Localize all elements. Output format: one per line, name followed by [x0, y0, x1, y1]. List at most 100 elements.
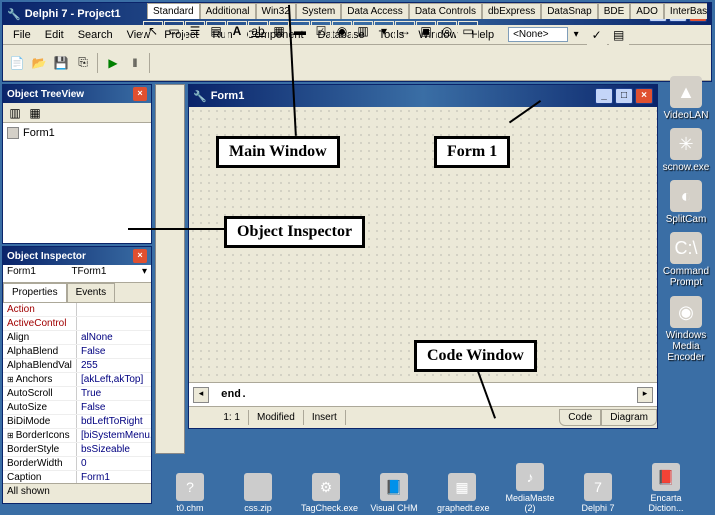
palette-checkbox-icon[interactable]: ☑ [311, 21, 331, 41]
tab-code[interactable]: Code [559, 409, 601, 426]
taskbar-shortcut[interactable]: css.zip [233, 473, 283, 513]
taskbar-shortcut[interactable]: ♪MediaMaste (2) [505, 463, 555, 513]
property-value[interactable]: 0 [77, 457, 151, 470]
palette-combobox-icon[interactable]: ▾ [374, 21, 394, 41]
property-row[interactable]: CaptionForm1 [3, 471, 151, 483]
palette-tab-dataaccess[interactable]: Data Access [341, 3, 409, 19]
modified-indicator: Modified [249, 410, 304, 425]
property-row[interactable]: BorderStylebsSizeable [3, 443, 151, 457]
saveall-button[interactable]: ⎘ [73, 53, 93, 73]
palette-radiobutton-icon[interactable]: ◉ [332, 21, 352, 41]
form-title-bar[interactable]: 🔧 Form1 _ □ × [189, 85, 657, 107]
shortcut-label: MediaMaste (2) [505, 493, 555, 513]
property-value[interactable]: False [77, 401, 151, 414]
form-minimize-button[interactable]: _ [595, 88, 613, 104]
palette-tab-ado[interactable]: ADO [630, 3, 664, 19]
property-row[interactable]: AlphaBlendFalse [3, 345, 151, 359]
property-row[interactable]: BorderWidth0 [3, 457, 151, 471]
palette-memo-icon[interactable]: ▦ [269, 21, 289, 41]
taskbar-shortcut[interactable]: 📕Encarta Diction... [641, 463, 691, 513]
palette-mainmenu-icon[interactable]: ☰ [185, 21, 205, 41]
desktop-icon[interactable]: ✳scnow.exe [656, 128, 715, 173]
menu-search[interactable]: Search [72, 27, 119, 43]
property-row[interactable]: BiDiModebdLeftToRight [3, 415, 151, 429]
property-value[interactable] [77, 303, 151, 316]
form-icon [7, 127, 19, 139]
tree-node-form1[interactable]: Form1 [7, 127, 147, 139]
treeview-body[interactable]: Form1 [3, 123, 151, 243]
open-button[interactable]: 📂 [29, 53, 49, 73]
inspector-object-selector[interactable]: Form1 TForm1 ▾ [3, 265, 151, 283]
palette-frame-icon[interactable]: ▭ [164, 21, 184, 41]
palette-groupbox-icon[interactable]: ▣ [416, 21, 436, 41]
property-value[interactable]: Form1 [77, 471, 151, 483]
property-row[interactable]: AutoScrollTrue [3, 387, 151, 401]
scroll-left-button[interactable]: ◂ [193, 387, 209, 403]
tab-diagram[interactable]: Diagram [601, 409, 657, 426]
taskbar-shortcut[interactable]: 📘Visual CHM [369, 473, 419, 513]
palette-scrollbar-icon[interactable]: ↔ [395, 21, 415, 41]
form-close-button[interactable]: × [635, 88, 653, 104]
shortcut-label: graphedt.exe [437, 503, 487, 513]
palette-popupmenu-icon[interactable]: ▤ [206, 21, 226, 41]
form-maximize-button[interactable]: □ [615, 88, 633, 104]
icon-label: Windows Media Encoder [656, 330, 715, 363]
save-button[interactable]: 💾 [51, 53, 71, 73]
palette-label-icon[interactable]: A [227, 21, 247, 41]
property-value[interactable]: bsSizeable [77, 443, 151, 456]
property-row[interactable]: Anchors[akLeft,akTop] [3, 373, 151, 387]
taskbar-shortcut[interactable]: ▦graphedt.exe [437, 473, 487, 513]
menu-edit[interactable]: Edit [39, 27, 70, 43]
property-value[interactable]: [biSystemMenu, [77, 429, 151, 442]
palette-tab-interbase[interactable]: InterBase [664, 3, 707, 19]
desktop-icon[interactable]: ▲VideoLAN [656, 76, 715, 121]
palette-button-icon[interactable]: ▬ [290, 21, 310, 41]
property-row[interactable]: AlphaBlendVal255 [3, 359, 151, 373]
palette-tab-bde[interactable]: BDE [598, 3, 631, 19]
pause-button[interactable]: ‖ [125, 53, 145, 73]
property-row[interactable]: Action [3, 303, 151, 317]
desktop-icon[interactable]: C:\Command Prompt [656, 232, 715, 288]
scroll-right-button[interactable]: ▸ [637, 387, 653, 403]
code-editor-strip[interactable]: ◂ end. ▸ [189, 382, 657, 406]
taskbar-shortcut[interactable]: ⚙TagCheck.exe [301, 473, 351, 513]
palette-tab-datacontrols[interactable]: Data Controls [409, 3, 482, 19]
desktop-icon[interactable]: ◉Windows Media Encoder [656, 296, 715, 363]
property-row[interactable]: AutoSizeFalse [3, 401, 151, 415]
palette-arrow-icon[interactable]: ↖ [143, 21, 163, 41]
palette-tab-system[interactable]: System [296, 3, 341, 19]
palette-radiogroup-icon[interactable]: ◎ [437, 21, 457, 41]
property-value[interactable]: True [77, 387, 151, 400]
desktop-icon[interactable]: ◐SplitCam [656, 180, 715, 225]
property-value[interactable]: 255 [77, 359, 151, 372]
palette-panel-icon[interactable]: ▭ [458, 21, 478, 41]
inspector-tab-events[interactable]: Events [67, 283, 116, 302]
properties-grid[interactable]: ActionActiveControlAlignalNoneAlphaBlend… [3, 303, 151, 483]
inspector-title-bar[interactable]: Object Inspector × [3, 247, 151, 265]
property-value[interactable]: bdLeftToRight [77, 415, 151, 428]
property-row[interactable]: AlignalNone [3, 331, 151, 345]
taskbar-shortcut[interactable]: ?t0.chm [165, 473, 215, 513]
property-value[interactable] [77, 317, 151, 330]
menu-file[interactable]: File [7, 27, 37, 43]
property-value[interactable]: alNone [77, 331, 151, 344]
treeview-title-bar[interactable]: Object TreeView × [3, 85, 151, 103]
inspector-tab-properties[interactable]: Properties [3, 283, 67, 302]
palette-tab-standard[interactable]: Standard [147, 3, 200, 19]
property-value[interactable]: [akLeft,akTop] [77, 373, 151, 386]
palette-listbox-icon[interactable]: ▥ [353, 21, 373, 41]
property-row[interactable]: BorderIcons[biSystemMenu, [3, 429, 151, 443]
taskbar-shortcut[interactable]: 7Delphi 7 [573, 473, 623, 513]
run-button[interactable]: ▶ [103, 53, 123, 73]
property-value[interactable]: False [77, 345, 151, 358]
treeview-close-button[interactable]: × [133, 87, 147, 101]
treeview-tool-icon[interactable]: ▥ [7, 105, 23, 121]
palette-tab-dbexpress[interactable]: dbExpress [482, 3, 541, 19]
new-button[interactable]: 📄 [7, 53, 27, 73]
inspector-close-button[interactable]: × [133, 249, 147, 263]
palette-tab-additional[interactable]: Additional [200, 3, 256, 19]
palette-edit-icon[interactable]: ab [248, 21, 268, 41]
property-row[interactable]: ActiveControl [3, 317, 151, 331]
treeview-tool2-icon[interactable]: ▦ [27, 105, 43, 121]
palette-tab-datasnap[interactable]: DataSnap [541, 3, 597, 19]
